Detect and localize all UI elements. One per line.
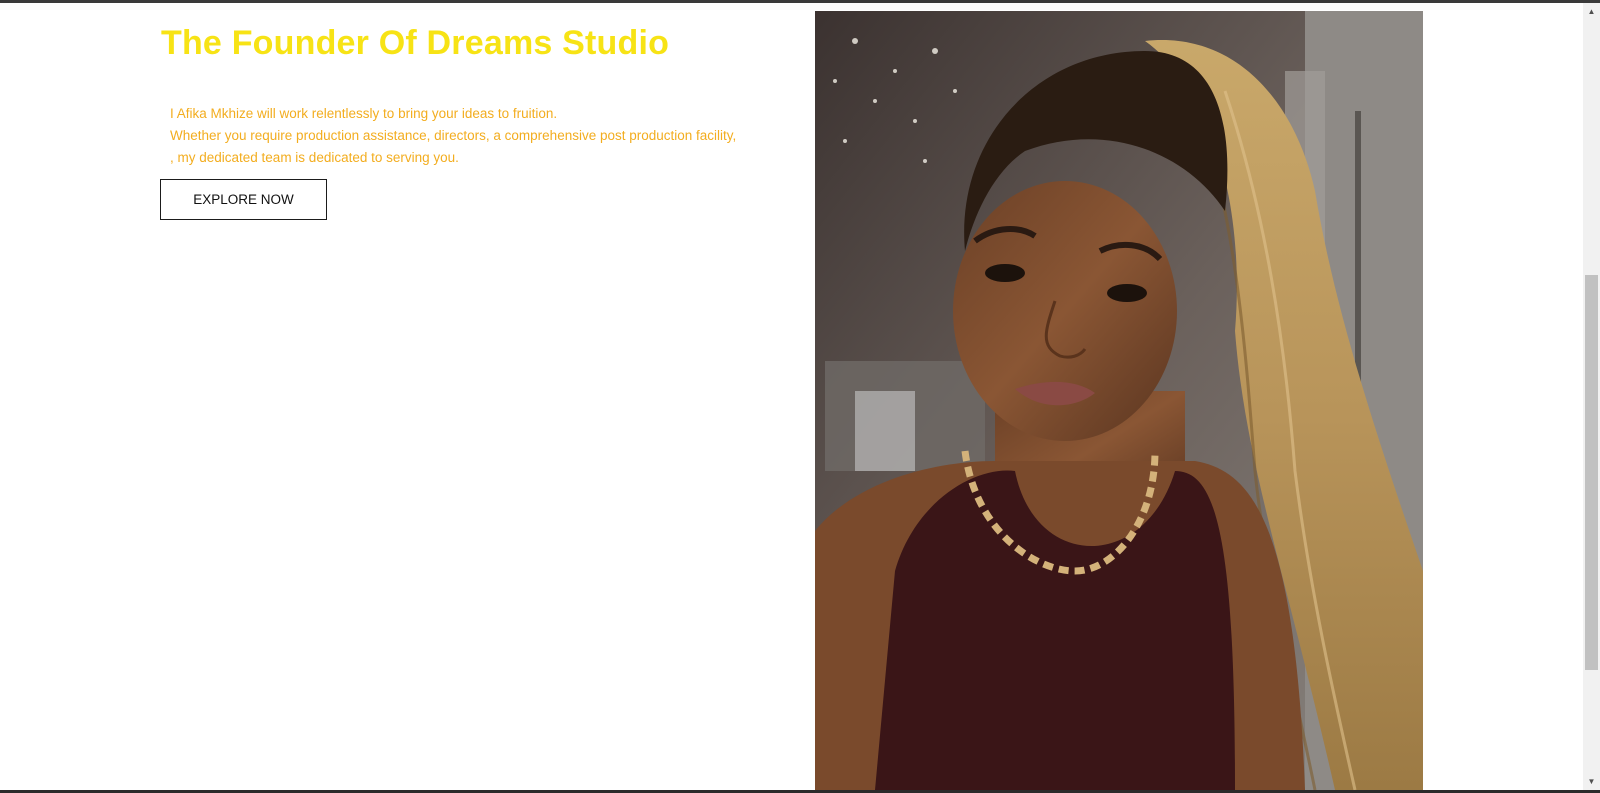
intro-text: I Afika Mkhize will work relentlessly to… bbox=[170, 103, 770, 169]
intro-line: I Afika Mkhize will work relentlessly to… bbox=[170, 106, 558, 121]
founder-portrait bbox=[815, 11, 1423, 790]
vertical-scrollbar[interactable]: ▲ ▼ bbox=[1583, 3, 1600, 790]
scroll-up-arrow-icon[interactable]: ▲ bbox=[1583, 3, 1600, 20]
intro-line: Whether you require production assistanc… bbox=[170, 128, 737, 143]
intro-line: , my dedicated team is dedicated to serv… bbox=[170, 150, 459, 165]
window-top-border bbox=[0, 0, 1600, 3]
explore-now-button[interactable]: EXPLORE NOW bbox=[160, 179, 327, 220]
scroll-down-arrow-icon[interactable]: ▼ bbox=[1583, 773, 1600, 790]
scroll-thumb[interactable] bbox=[1585, 275, 1598, 670]
page-title: The Founder Of Dreams Studio bbox=[161, 24, 670, 62]
